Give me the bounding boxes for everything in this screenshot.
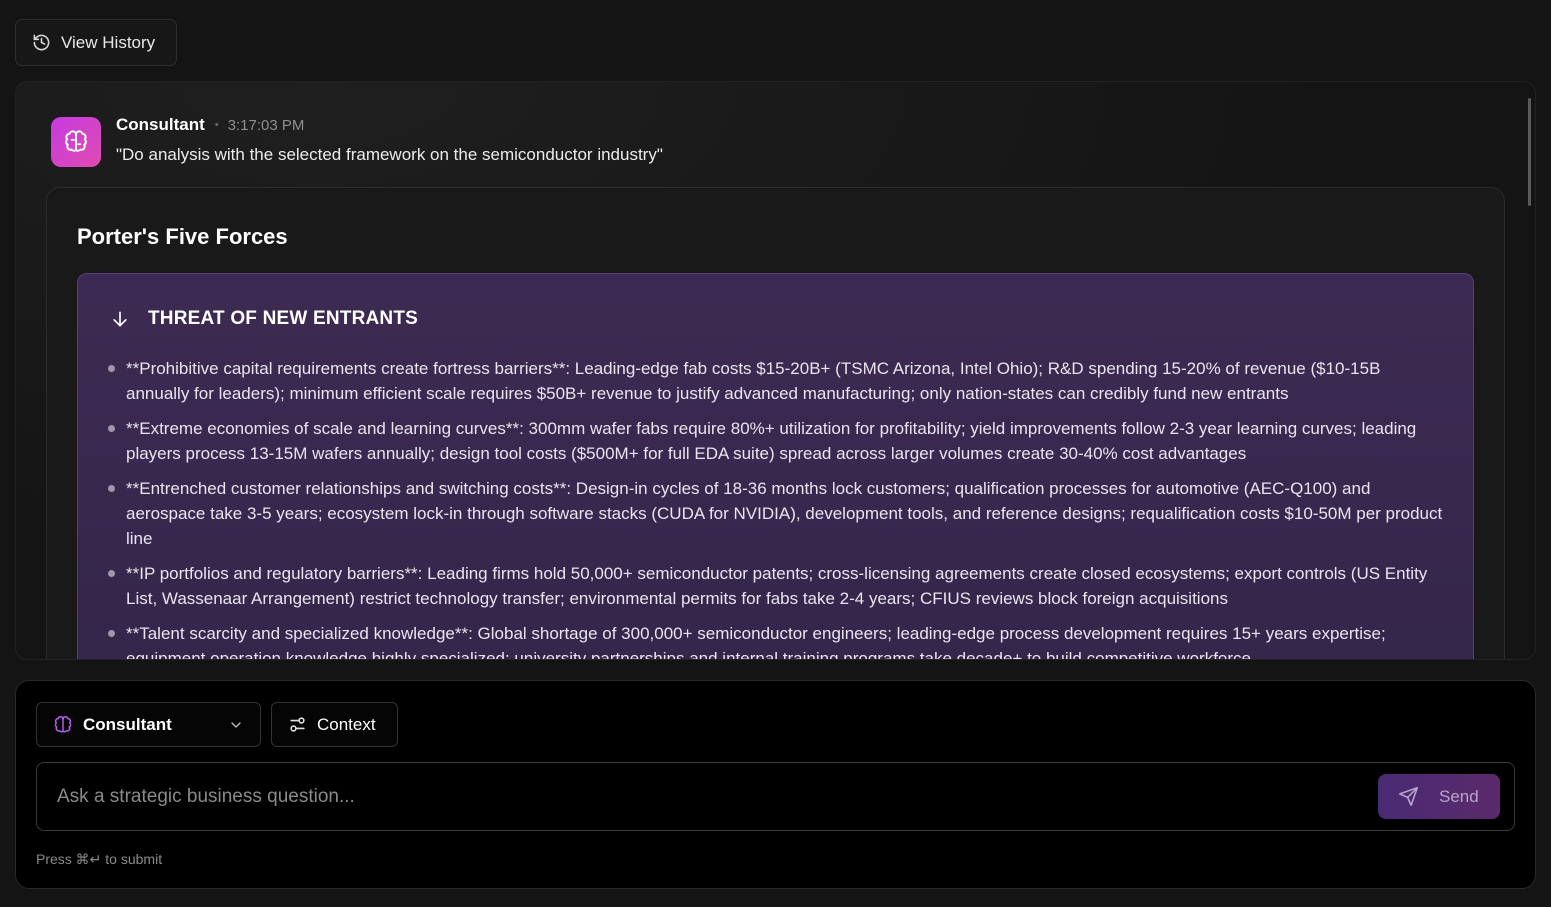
question-input-wrapper: Send (36, 762, 1515, 831)
list-item: **IP portfolios and regulatory barriers*… (108, 561, 1448, 611)
list-item: **Talent scarcity and specialized knowle… (108, 621, 1448, 659)
message-author: Consultant (116, 115, 205, 134)
list-item: **Prohibitive capital requirements creat… (108, 356, 1448, 406)
message-separator: • (214, 119, 219, 131)
context-label: Context (317, 714, 376, 734)
chat-panel[interactable]: Consultant • 3:17:03 PM "Do analysis wit… (15, 81, 1536, 660)
message-text: "Do analysis with the selected framework… (116, 145, 663, 164)
send-label: Send (1439, 786, 1479, 806)
list-item: **Extreme economies of scale and learnin… (108, 416, 1448, 466)
list-item: **Entrenched customer relationships and … (108, 476, 1448, 551)
model-select-value: Consultant (83, 714, 172, 734)
send-button[interactable]: Send (1378, 774, 1500, 819)
view-history-button[interactable]: View History (15, 19, 177, 66)
message-header: Consultant • 3:17:03 PM (116, 115, 304, 135)
avatar (51, 117, 101, 167)
context-button[interactable]: Context (271, 702, 398, 747)
chevron-down-icon (231, 722, 241, 728)
history-icon (33, 34, 50, 51)
brain-icon (65, 130, 87, 152)
send-icon (1398, 786, 1419, 807)
model-select[interactable]: Consultant (36, 702, 261, 747)
force-bullet-list: **Prohibitive capital requirements creat… (108, 356, 1448, 659)
force-section: THREAT OF NEW ENTRANTS **Prohibitive cap… (77, 273, 1474, 659)
submit-hint: Press ⌘↵ to submit (36, 851, 163, 867)
framework-card: Porter's Five Forces THREAT OF NEW ENTRA… (46, 187, 1505, 659)
brain-icon (54, 715, 72, 732)
force-header: THREAT OF NEW ENTRANTS (110, 308, 418, 330)
composer: Consultant Context Send Press ⌘↵ to subm… (15, 680, 1536, 889)
sliders-icon (290, 717, 305, 732)
question-input[interactable] (57, 763, 1357, 830)
framework-title: Porter's Five Forces (77, 224, 288, 249)
chat-scrollbar[interactable] (1528, 98, 1531, 206)
arrow-down-icon (113, 311, 127, 327)
message-timestamp: 3:17:03 PM (227, 116, 305, 134)
force-title: THREAT OF NEW ENTRANTS (148, 308, 419, 329)
view-history-label: View History (61, 32, 156, 52)
